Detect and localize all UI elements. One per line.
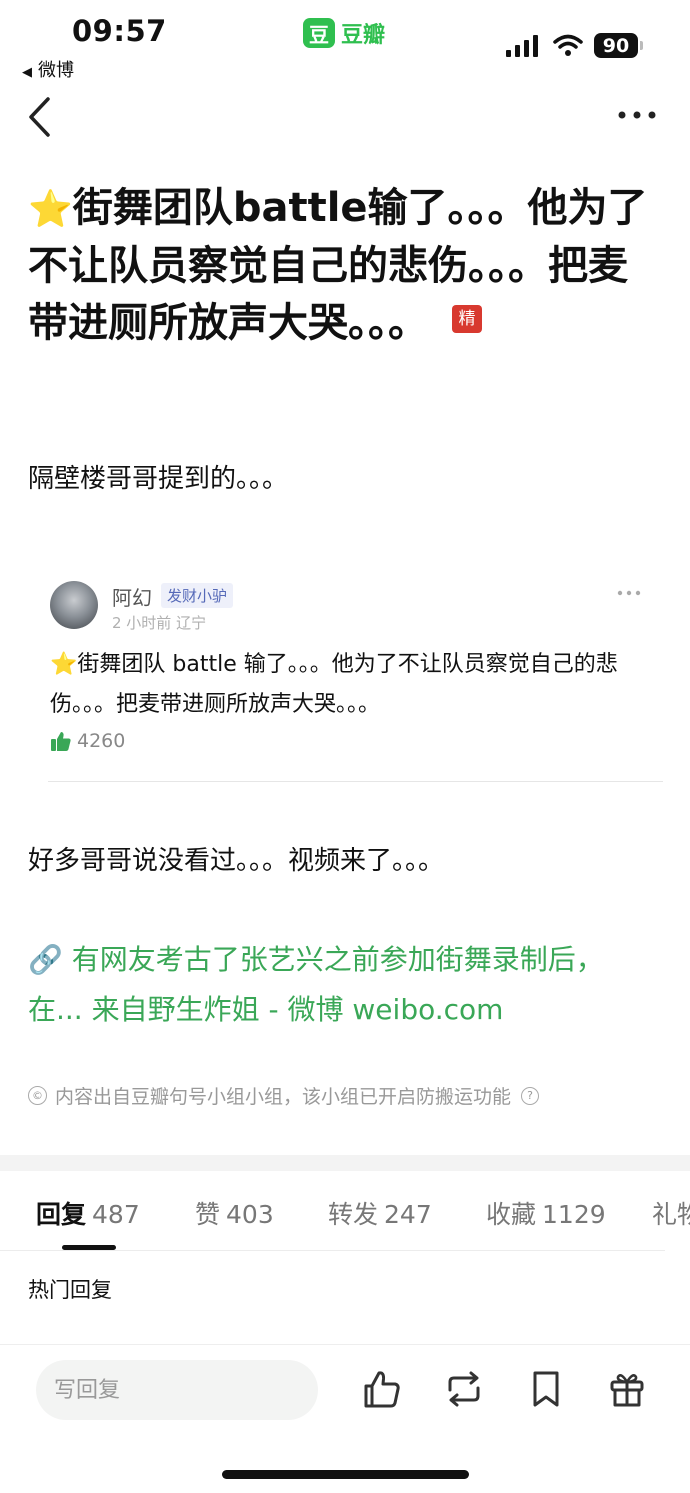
- tab-label: 回复: [36, 1200, 87, 1229]
- like-count: 4260: [77, 730, 126, 752]
- help-icon[interactable]: ?: [521, 1086, 540, 1105]
- copyright-text: 内容出自豆瓣句号小组小组，该小组已开启防搬运功能: [55, 1086, 512, 1108]
- tab-count: 1129: [542, 1200, 606, 1229]
- battery-tip: [640, 41, 643, 50]
- home-indicator: [222, 1470, 469, 1479]
- back-to-app-link[interactable]: ◀ 微博: [22, 56, 74, 82]
- star-icon: ⭐: [50, 652, 78, 677]
- tab-label: 赞: [195, 1200, 221, 1229]
- tab-replies[interactable]: 回复 487: [36, 1195, 140, 1231]
- reply-input[interactable]: [36, 1360, 318, 1420]
- tab-count: 247: [384, 1200, 432, 1229]
- post-paragraph: 好多哥哥说没看过。。。视频来了。。。: [28, 846, 445, 876]
- more-dots-icon[interactable]: [616, 108, 658, 122]
- tab-separator: [0, 1250, 665, 1251]
- tab-label: 收藏: [486, 1200, 537, 1229]
- tab-label: 礼物: [652, 1200, 690, 1229]
- thumbs-up-icon: [51, 732, 71, 751]
- avatar[interactable]: [50, 581, 98, 629]
- quote-username[interactable]: 阿幻: [112, 582, 152, 611]
- douban-logo-icon: 豆: [303, 18, 335, 48]
- app-badge: 豆 豆瓣: [303, 17, 385, 49]
- thumbs-up-icon[interactable]: [362, 1368, 402, 1410]
- tab-count: 403: [226, 1200, 274, 1229]
- link-text: 有网友考古了张艺兴之前参加街舞录制后，在... 来自野生炸姐 - 微博 weib…: [28, 943, 604, 1026]
- quote-text-body: 街舞团队 battle 输了。。。他为了不让队员察觉自己的悲伤。。。把麦带进厕所…: [50, 652, 618, 717]
- post-title-text: 街舞团队battle输了。。。他为了不让队员察觉自己的悲伤。。。把麦带进厕所放声…: [28, 185, 648, 346]
- star-icon: ⭐: [28, 189, 73, 230]
- tab-gifts[interactable]: 礼物: [652, 1195, 690, 1231]
- back-app-label: 微博: [38, 60, 74, 81]
- repost-icon[interactable]: [444, 1368, 484, 1410]
- chevron-left-icon[interactable]: [26, 96, 54, 138]
- more-dots-icon[interactable]: [617, 589, 641, 597]
- battery-indicator: 90: [594, 33, 638, 58]
- section-divider: [0, 1155, 690, 1171]
- wifi-icon: [553, 34, 583, 56]
- status-time: 09:57: [72, 14, 167, 48]
- cellular-signal-icon: [506, 35, 538, 57]
- post-paragraph: 隔壁楼哥哥提到的。。。: [28, 464, 289, 494]
- featured-badge: 精: [452, 305, 482, 333]
- copyright-icon: ©: [28, 1086, 47, 1105]
- copyright-notice: © 内容出自豆瓣句号小组小组，该小组已开启防搬运功能 ?: [28, 1082, 540, 1109]
- bottom-bar-separator: [0, 1344, 690, 1345]
- external-link[interactable]: 🔗 有网友考古了张艺兴之前参加街舞录制后，在... 来自野生炸姐 - 微博 we…: [28, 935, 648, 1035]
- quote-meta: 2 小时前 辽宁: [112, 614, 207, 632]
- post-title: ⭐街舞团队battle输了。。。他为了不让队员察觉自己的悲伤。。。把麦带进厕所放…: [28, 180, 663, 352]
- quote-like[interactable]: 4260: [50, 730, 125, 752]
- bookmark-icon[interactable]: [526, 1368, 566, 1410]
- app-name: 豆瓣: [341, 23, 386, 48]
- gift-icon[interactable]: [607, 1368, 647, 1410]
- link-icon: 🔗: [28, 943, 63, 976]
- tab-likes[interactable]: 赞 403: [195, 1195, 274, 1231]
- tab-collections[interactable]: 收藏 1129: [486, 1195, 606, 1231]
- tab-label: 转发: [328, 1200, 379, 1229]
- tab-count: 487: [92, 1200, 140, 1229]
- quoted-reply-card[interactable]: 阿幻 发财小驴 2 小时前 辽宁 ⭐街舞团队 battle 输了。。。他为了不让…: [48, 575, 663, 782]
- back-triangle-icon: ◀: [22, 65, 32, 80]
- user-tag-badge: 发财小驴: [161, 583, 234, 608]
- quote-text: ⭐街舞团队 battle 输了。。。他为了不让队员察觉自己的悲伤。。。把麦带进厕…: [50, 645, 650, 725]
- tab-reposts[interactable]: 转发 247: [328, 1195, 432, 1231]
- hot-replies-heading: 热门回复: [28, 1278, 112, 1302]
